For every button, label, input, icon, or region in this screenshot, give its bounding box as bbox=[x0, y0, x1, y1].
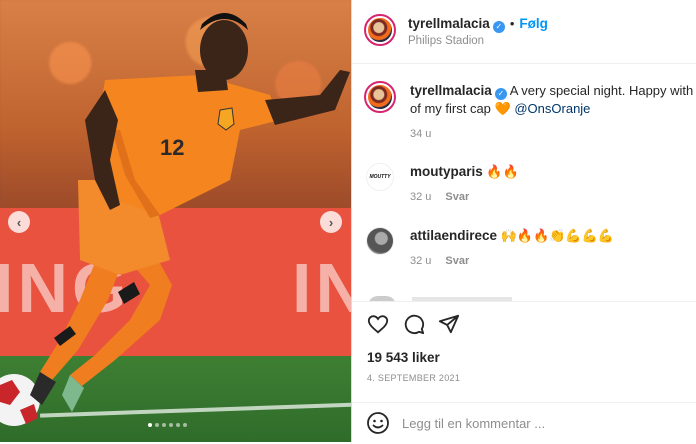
verified-icon: ✓ bbox=[494, 88, 507, 100]
comment-age[interactable]: 32 u bbox=[410, 191, 431, 203]
carousel-dot bbox=[183, 423, 187, 427]
add-comment-bar: Legg til en kommentar ... bbox=[352, 402, 696, 444]
comments-list[interactable]: tyrellmalacia ✓ A very special night. Hap… bbox=[352, 65, 696, 301]
post-date: 4. SEPTEMBER 2021 bbox=[367, 373, 461, 383]
emoji-icon[interactable] bbox=[366, 411, 390, 435]
author-avatar[interactable] bbox=[364, 14, 396, 46]
caption: tyrellmalacia ✓ A very special night. Hap… bbox=[364, 81, 696, 141]
reply-button[interactable]: Svar bbox=[445, 255, 469, 267]
commenter-username[interactable]: attilaendirece bbox=[410, 228, 497, 243]
comment-text: 🔥🔥 bbox=[486, 164, 519, 179]
share-icon bbox=[438, 314, 460, 334]
post-header: tyrellmalacia ✓ • Følg Philips Stadion bbox=[352, 0, 696, 64]
post-actions: 19 543 liker 4. SEPTEMBER 2021 Legg til … bbox=[352, 301, 696, 443]
heart-icon bbox=[367, 315, 389, 334]
carousel-next-button[interactable]: › bbox=[320, 211, 342, 233]
comment-input[interactable]: Legg til en kommentar ... bbox=[402, 416, 545, 431]
list-item: MOUTTY moutyparis 🔥🔥 32 u Svar bbox=[364, 161, 694, 205]
carousel-dot bbox=[155, 423, 159, 427]
verified-icon: ✓ bbox=[492, 21, 505, 33]
carousel-dot bbox=[176, 423, 180, 427]
follow-button[interactable]: Følg bbox=[519, 16, 548, 31]
likes-count[interactable]: 19 543 liker bbox=[367, 350, 440, 365]
commenter-avatar[interactable]: MOUTTY bbox=[366, 163, 394, 191]
share-button[interactable] bbox=[437, 312, 461, 336]
comment-icon bbox=[404, 314, 425, 335]
caption-avatar[interactable] bbox=[364, 81, 396, 113]
reply-button[interactable]: Svar bbox=[445, 191, 469, 203]
mention-link[interactable]: @OnsOranje bbox=[514, 101, 590, 116]
caption-username[interactable]: tyrellmalacia bbox=[410, 83, 492, 98]
comment-age[interactable]: 32 u bbox=[410, 255, 431, 267]
caption-text: A very special night. Happy with the w bbox=[509, 83, 696, 98]
carousel-dot bbox=[169, 423, 173, 427]
separator-dot: • bbox=[509, 16, 515, 31]
comment-button[interactable] bbox=[402, 312, 426, 336]
caption-text-line2: of my first cap bbox=[410, 101, 491, 116]
instagram-post-modal: ING IN 12 ‹ › tyrellmalacia ✓ • Følg Phi… bbox=[0, 0, 696, 442]
author-username[interactable]: tyrellmalacia bbox=[408, 16, 490, 31]
football-player-illustration: 12 bbox=[0, 13, 350, 426]
carousel-indicator bbox=[148, 423, 187, 427]
comment-text: 🙌🔥🔥👏💪💪💪 bbox=[500, 228, 614, 243]
carousel-prev-button[interactable]: ‹ bbox=[8, 211, 30, 233]
post-photo[interactable]: ING IN 12 ‹ › bbox=[0, 0, 351, 442]
commenter-username[interactable]: moutyparis bbox=[410, 164, 483, 179]
list-item: attilaendirece 🙌🔥🔥👏💪💪💪 32 u Svar bbox=[364, 225, 694, 269]
jersey-number: 12 bbox=[160, 135, 184, 160]
post-side-panel: tyrellmalacia ✓ • Følg Philips Stadion tyre… bbox=[351, 0, 696, 442]
like-button[interactable] bbox=[366, 312, 390, 336]
caption-age[interactable]: 34 u bbox=[410, 128, 431, 140]
partially-visible-comment bbox=[366, 292, 686, 301]
carousel-dot bbox=[148, 423, 152, 427]
location-link[interactable]: Philips Stadion bbox=[408, 35, 484, 47]
carousel-dot bbox=[162, 423, 166, 427]
commenter-avatar[interactable] bbox=[366, 227, 394, 255]
heart-emoji: 🧡 bbox=[494, 101, 511, 116]
